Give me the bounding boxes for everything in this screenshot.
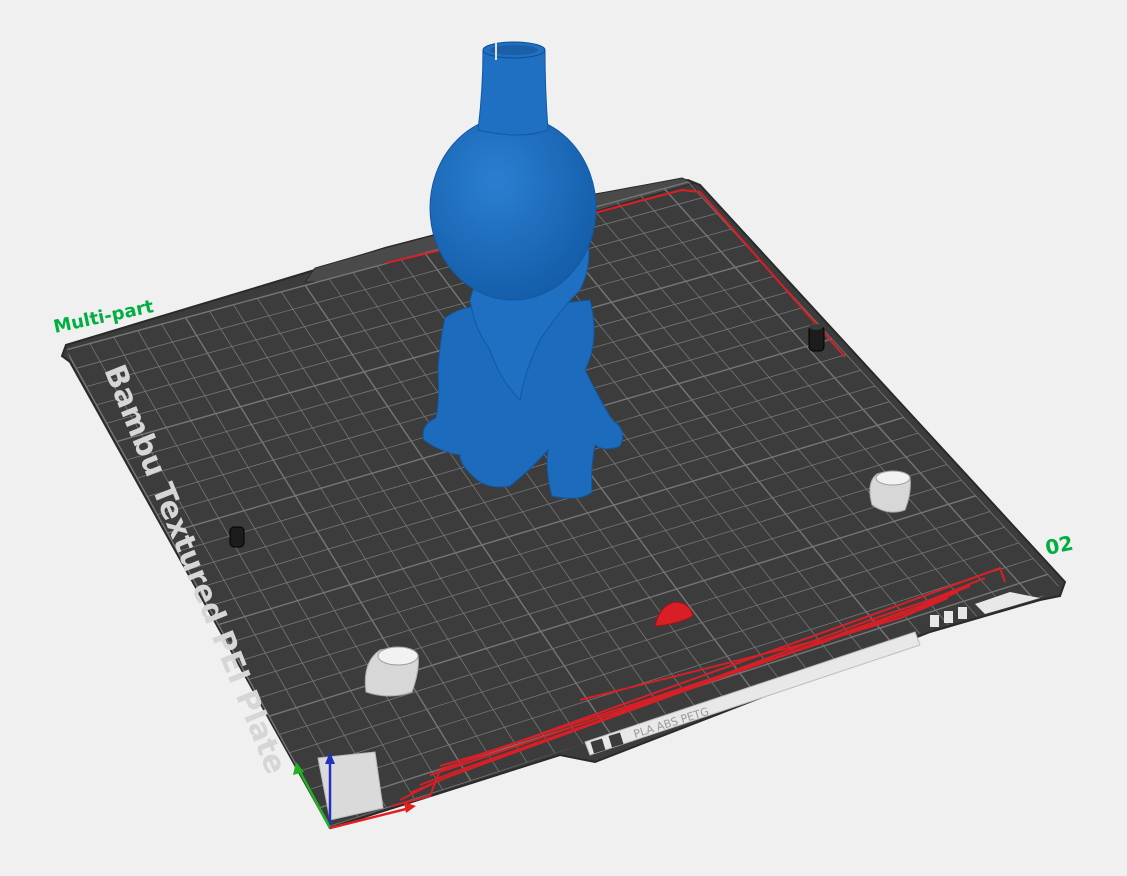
white-cup-part[interactable] <box>869 470 911 513</box>
build-plate-scene[interactable]: PLA ABS PETG Bambu Textured PEI Plate Mu… <box>0 0 1127 876</box>
small-black-part[interactable] <box>229 526 245 548</box>
plate-number-label[interactable]: 02 <box>1043 531 1075 560</box>
3d-viewport[interactable]: PLA ABS PETG Bambu Textured PEI Plate Mu… <box>0 0 1127 876</box>
small-black-part[interactable] <box>808 324 825 352</box>
